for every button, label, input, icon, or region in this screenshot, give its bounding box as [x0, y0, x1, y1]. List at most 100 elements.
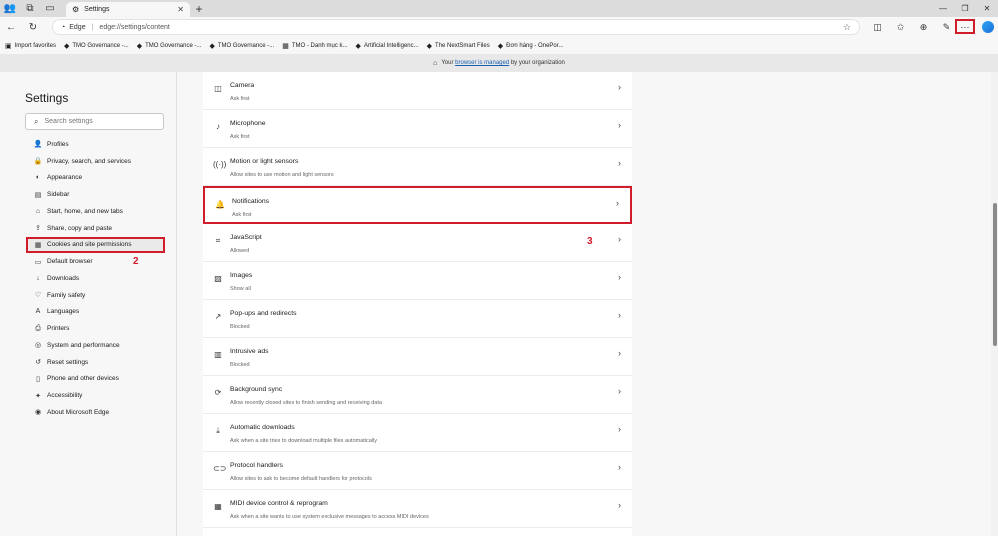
- settings-sidebar: Settings ⌕ 👤 Profiles 🔒 Privacy, search, an…: [0, 72, 176, 536]
- profiles-icon: 👤: [33, 141, 43, 149]
- permission-row-microphone[interactable]: ♪ Microphone Ask first ›: [203, 110, 632, 148]
- sidebar-item-languages[interactable]: A Languages: [30, 304, 170, 321]
- sidebar-item-appearance[interactable]: ◐ Appearance: [30, 170, 170, 187]
- favorite-item[interactable]: ▦ TMO - Danh mục k...: [282, 42, 347, 50]
- workspaces-icon[interactable]: ⧉: [20, 0, 40, 17]
- sidebar-item-reset[interactable]: ↺ Reset settings: [30, 354, 170, 371]
- sidebar-item-label: Privacy, search, and services: [47, 157, 132, 165]
- sidebar-item-start-home[interactable]: ⌂ Start, home, and new tabs: [30, 203, 170, 220]
- sidebar-nav: 👤 Profiles 🔒 Privacy, search, and services ◐…: [26, 136, 170, 421]
- address-bar[interactable]: ◔ Edge | edge://settings/content ☆: [52, 19, 860, 35]
- tab-actions-icon[interactable]: ▭: [40, 0, 60, 17]
- minimize-icon[interactable]: —: [932, 0, 954, 17]
- chevron-right-icon: ›: [618, 234, 621, 244]
- background-sync-icon: ⟳: [214, 388, 222, 397]
- search-input[interactable]: [44, 118, 155, 125]
- annotation-2: 2: [133, 256, 139, 267]
- permission-title: Camera: [230, 82, 255, 89]
- chevron-right-icon: ›: [618, 462, 621, 472]
- add-favorite-icon[interactable]: ☆: [843, 22, 851, 33]
- managed-link[interactable]: browser is managed: [455, 60, 509, 66]
- permission-status: Ask when a site wants to use system excl…: [230, 514, 429, 520]
- refresh-button[interactable]: ↻: [22, 17, 44, 37]
- scrollbar-thumb[interactable]: [993, 203, 997, 346]
- camera-icon: ◫: [214, 84, 222, 93]
- folder-icon: ▣: [5, 42, 12, 50]
- permission-title: Motion or light sensors: [230, 158, 299, 165]
- sidebar-item-label: Default browser: [47, 258, 93, 266]
- chevron-right-icon: ›: [618, 348, 621, 358]
- permission-row-protocol-handlers[interactable]: ⊂⊃ Protocol handlers Allow sites to ask to…: [203, 452, 632, 490]
- tab-settings[interactable]: ⚙ Settings ✕: [66, 2, 190, 17]
- building-icon: ⌂: [433, 59, 438, 67]
- sidebar-item-label: Printers: [47, 325, 70, 333]
- favorite-item[interactable]: ◆ TMO Governance -...: [64, 42, 129, 50]
- sidebar-item-printers[interactable]: ⎙ Printers: [30, 320, 170, 337]
- permission-row-javascript[interactable]: ⌗ JavaScript Allowed ›: [203, 224, 632, 262]
- chevron-right-icon: ›: [618, 424, 621, 434]
- sidebar-item-family-safety[interactable]: ♡ Family safety: [30, 287, 170, 304]
- sidebar-item-share-copy[interactable]: ⇪ Share, copy and paste: [30, 220, 170, 237]
- permission-status: Ask when a site tries to download multip…: [230, 438, 378, 444]
- copilot-icon[interactable]: [982, 21, 994, 33]
- gear-icon: ⚙: [72, 5, 80, 14]
- sidebar-item-about[interactable]: ◉ About Microsoft Edge: [30, 404, 170, 421]
- permission-title: Microphone: [230, 120, 266, 127]
- sidebar-item-default-browser[interactable]: ▭ Default browser: [30, 253, 170, 270]
- chevron-right-icon: ›: [618, 500, 621, 510]
- sidebar-item-label: System and performance: [47, 341, 120, 349]
- permission-row-popups[interactable]: ↗ Pop-ups and redirects Blocked ›: [203, 300, 632, 338]
- permission-row-background-sync[interactable]: ⟳ Background sync Allow recently closed si…: [203, 376, 632, 414]
- close-tab-icon[interactable]: ✕: [177, 5, 184, 14]
- toolbar-icons: ◫ ✩ ⊕ ✎: [866, 17, 958, 37]
- profile-icon[interactable]: 👥: [0, 0, 20, 17]
- sidebar-divider: [176, 72, 177, 536]
- permission-row-notifications[interactable]: 🔔 Notifications Ask first ›: [203, 186, 632, 224]
- sidebar-item-label: Start, home, and new tabs: [47, 207, 123, 215]
- search-box[interactable]: ⌕: [25, 113, 164, 130]
- permission-row-motion-sensors[interactable]: ((·)) Motion or light sensors Allow sites …: [203, 148, 632, 186]
- favorite-label: Import favorites: [14, 42, 56, 49]
- permission-row-automatic-downloads[interactable]: ⤓ Automatic downloads Ask when a site trie…: [203, 414, 632, 452]
- sidebar-item-system[interactable]: ◎ System and performance: [30, 337, 170, 354]
- back-button[interactable]: ←: [0, 17, 22, 37]
- cookies-icon: ▦: [34, 241, 42, 249]
- new-tab-button[interactable]: +: [190, 0, 208, 17]
- phone-icon: ▯: [36, 375, 40, 383]
- popups-icon: ↗: [214, 312, 222, 321]
- favorite-item[interactable]: ◆ Artificial Intelligenc...: [356, 42, 419, 50]
- favorite-item[interactable]: ◆ TMO Governance -...: [137, 42, 202, 50]
- close-window-icon[interactable]: ✕: [976, 0, 998, 17]
- address-toolbar: ← ↻ ◔ Edge | edge://settings/content ☆ ◫…: [0, 17, 998, 37]
- permission-row-midi[interactable]: ▦ MIDI device control & reprogram Ask when…: [203, 490, 632, 528]
- favorite-item[interactable]: ◆ TMO Governance -...: [209, 42, 274, 50]
- sidebar-item-cookies[interactable]: ▦ Cookies and site permissions: [26, 236, 165, 254]
- favorite-item[interactable]: ◆ Đơn hàng - OnePor...: [498, 42, 564, 50]
- settings-content: Settings ⌕ 👤 Profiles 🔒 Privacy, search, an…: [0, 72, 998, 536]
- url-text[interactable]: edge://settings/content: [99, 24, 169, 31]
- sidebar-item-label: Family safety: [47, 291, 86, 299]
- settings-and-more-button[interactable]: ···: [955, 19, 975, 34]
- printers-icon: ⎙: [35, 324, 41, 332]
- sidebar-item-profiles[interactable]: 👤 Profiles: [30, 136, 170, 153]
- sidebar-item-label: Languages: [47, 308, 80, 316]
- collections-icon[interactable]: ⊕: [912, 17, 935, 37]
- sidebar-item-phone[interactable]: ▯ Phone and other devices: [30, 371, 170, 388]
- permission-row-images[interactable]: ▨ Images Show all ›: [203, 262, 632, 300]
- sidebar-item-accessibility[interactable]: ✦ Accessibility: [30, 387, 170, 404]
- sidebar-item-label: Share, copy and paste: [47, 224, 113, 232]
- permission-title: Images: [230, 272, 253, 279]
- sidebar-item-downloads[interactable]: ↓ Downloads: [30, 270, 170, 287]
- managed-prefix: Your: [441, 60, 454, 66]
- sidebar-item-sidebar[interactable]: ▤ Sidebar: [30, 186, 170, 203]
- sidebar-item-privacy[interactable]: 🔒 Privacy, search, and services: [30, 153, 170, 170]
- favorites-icon[interactable]: ✩: [889, 17, 912, 37]
- sidebar-item-label: Reset settings: [47, 358, 89, 366]
- permission-row-camera[interactable]: ◫ Camera Ask first ›: [203, 72, 632, 110]
- favorite-item[interactable]: ◆ The NextSmart Files: [427, 42, 490, 50]
- split-screen-icon[interactable]: ◫: [866, 17, 889, 37]
- favorite-item[interactable]: ▣ Import favorites: [5, 42, 56, 50]
- permission-row-intrusive-ads[interactable]: ▥ Intrusive ads Blocked ›: [203, 338, 632, 376]
- restore-icon[interactable]: ❐: [954, 0, 976, 17]
- reset-icon: ↺: [35, 359, 41, 367]
